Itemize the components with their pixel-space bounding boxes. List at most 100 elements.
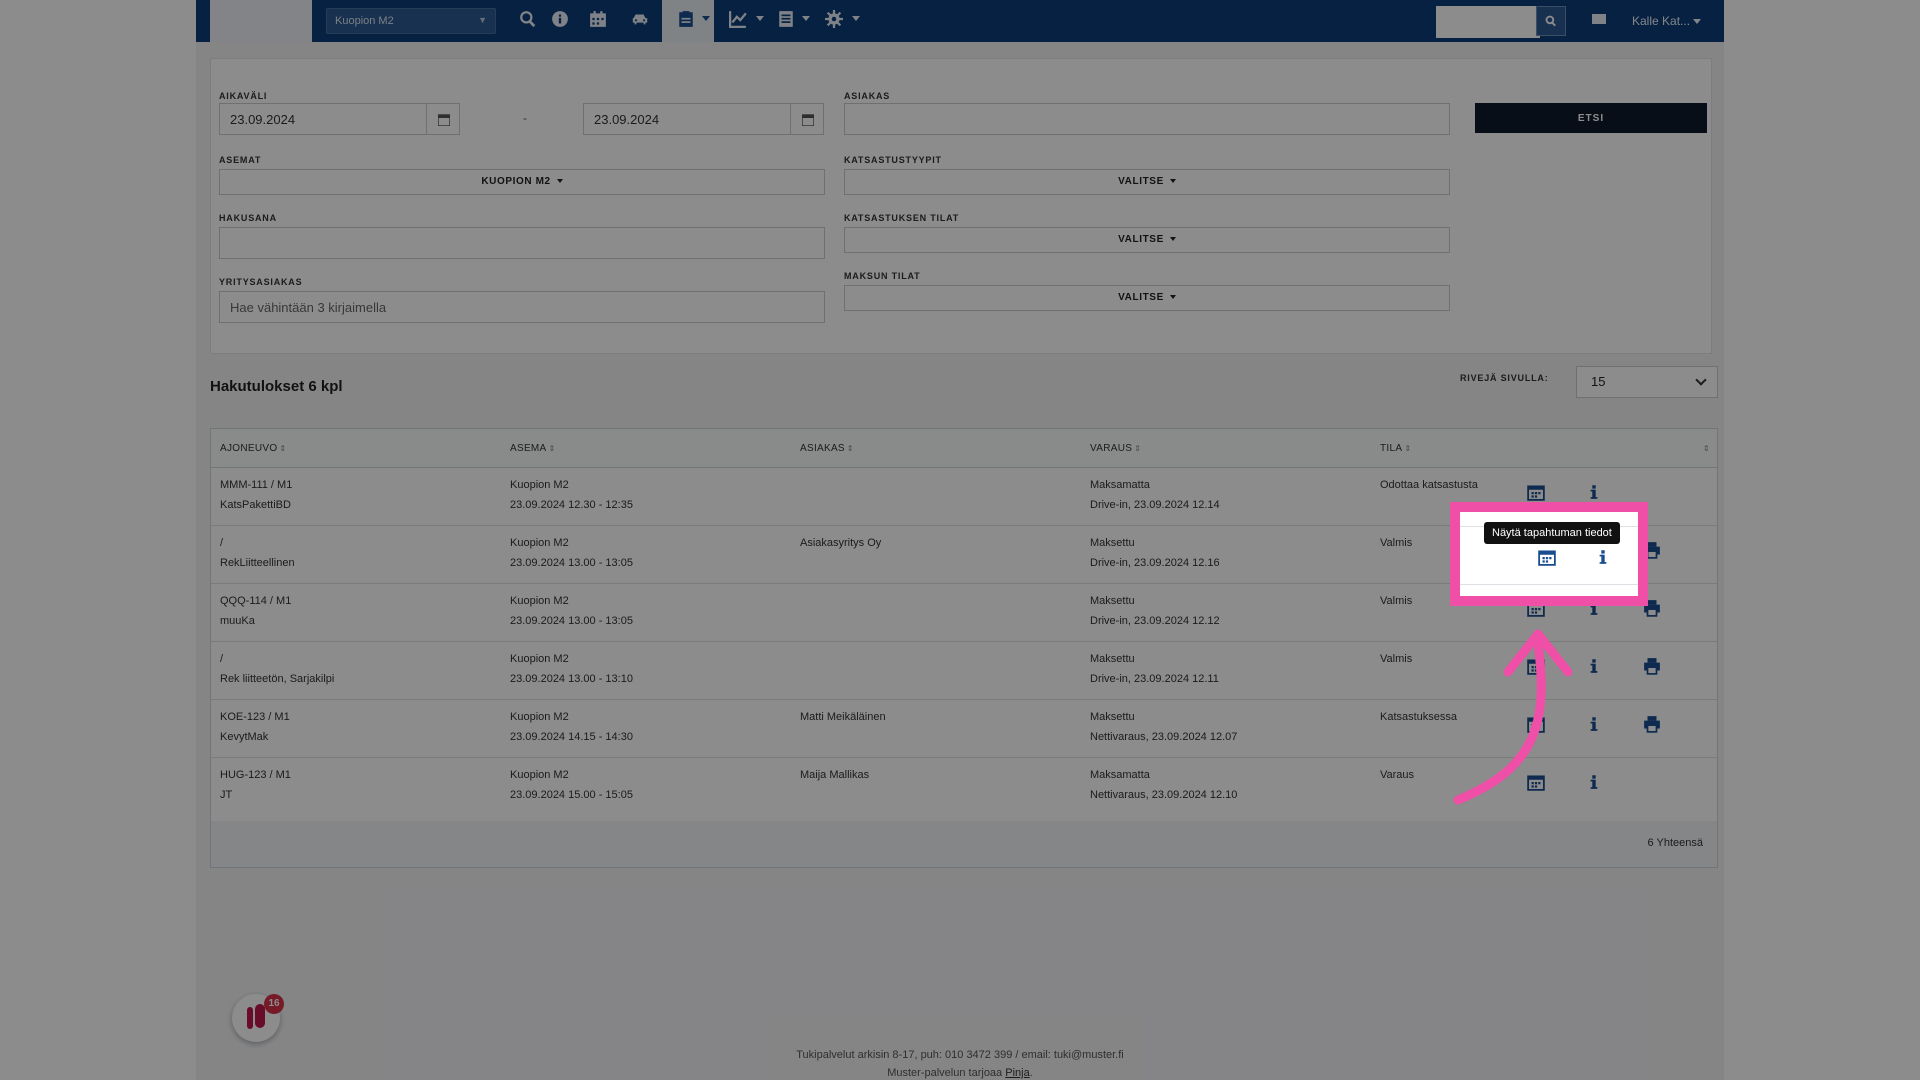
- mail-icon[interactable]: [1592, 14, 1606, 24]
- payment-status: Maksettu: [1090, 653, 1135, 665]
- sort-icon: ⇕: [846, 444, 854, 453]
- chevron-down-icon: [1695, 374, 1707, 386]
- vehicle-description: muuKa: [220, 615, 255, 627]
- provider-link[interactable]: Pinja: [1005, 1067, 1029, 1079]
- calendar-icon: [802, 114, 814, 126]
- column-header-varaus[interactable]: VARAUS ⇕: [1090, 443, 1141, 454]
- user-menu[interactable]: Kalle Kat...: [1632, 14, 1690, 28]
- vehicle-reg: /: [220, 653, 224, 665]
- calendar-icon: [438, 114, 450, 126]
- provider-prefix: Muster-palvelun tarjoaa: [887, 1067, 1006, 1079]
- highlight-box: [1450, 502, 1648, 606]
- yritysasiakas-field[interactable]: Hae vähintään 3 kirjaimella: [219, 291, 825, 323]
- logo[interactable]: [210, 0, 312, 42]
- column-header-label: ASIAKAS: [800, 443, 845, 454]
- clipboard-icon[interactable]: [674, 10, 698, 32]
- maksun-tilat-select[interactable]: VALITSE: [844, 285, 1450, 311]
- vehicle-reg: HUG-123 / M1: [220, 769, 291, 781]
- customer-name: Asiakasyritys Oy: [800, 537, 882, 549]
- inspection-status: Varaus: [1380, 769, 1415, 781]
- search-button[interactable]: ETSI: [1475, 103, 1707, 133]
- document-menu-caret[interactable]: [802, 16, 810, 21]
- global-search-button[interactable]: [1536, 6, 1566, 36]
- total-count: 6 Yhteensä: [1647, 837, 1703, 849]
- info-icon[interactable]: [548, 10, 572, 32]
- payment-status: Maksamatta: [1090, 769, 1150, 781]
- search-icon: [1545, 15, 1556, 27]
- date-from-field[interactable]: 23.09.2024: [219, 103, 427, 135]
- vehicle-reg: /: [220, 537, 224, 549]
- global-search-input[interactable]: [1436, 6, 1540, 38]
- yritysasiakas-label: YRITYSASIAKAS: [219, 277, 303, 287]
- calendar-icon[interactable]: [1538, 548, 1558, 568]
- station-select[interactable]: Kuopion M2 ▼: [326, 8, 496, 34]
- search-panel: AIKAVÄLI 23.09.2024 - 23.09.2024 ASIAKAS…: [210, 58, 1712, 354]
- sort-icon: ⇕: [548, 444, 556, 453]
- caret-down-icon: [1169, 295, 1176, 300]
- hakusana-field[interactable]: [219, 227, 825, 259]
- date-from-calendar-button[interactable]: [426, 103, 460, 135]
- date-to-calendar-button[interactable]: [790, 103, 824, 135]
- payment-status: Maksettu: [1090, 537, 1135, 549]
- rows-per-page-select[interactable]: 15: [1576, 366, 1718, 398]
- vehicle-description: KevytMak: [220, 731, 269, 743]
- column-header-asiakas[interactable]: ASIAKAS ⇕: [800, 443, 854, 454]
- chevron-down-icon[interactable]: [1693, 19, 1701, 24]
- vehicle-description: Rek liitteetön, Sarjakilpi: [220, 673, 335, 685]
- inspection-status: Valmis: [1380, 653, 1413, 665]
- station-name: Kuopion M2: [510, 595, 569, 607]
- search-icon[interactable]: [516, 10, 540, 32]
- column-header-ajoneuvo[interactable]: AJONEUVO ⇕: [220, 443, 286, 454]
- column-header-label: AJONEUVO: [220, 443, 278, 454]
- chart-menu-caret[interactable]: [756, 16, 764, 21]
- calendar-icon[interactable]: [586, 10, 610, 32]
- payment-status: Maksettu: [1090, 595, 1135, 607]
- booking-info: Drive-in, 23.09.2024 12.16: [1090, 557, 1220, 569]
- asiakas-field[interactable]: [844, 103, 1450, 135]
- payment-status: Maksamatta: [1090, 479, 1150, 491]
- caret-down-icon: [556, 179, 563, 184]
- settings-menu-caret[interactable]: [852, 16, 860, 21]
- vehicle-reg: QQQ-114 / M1: [220, 595, 292, 607]
- clipboard-menu-caret[interactable]: [702, 16, 710, 21]
- provider-info: Muster-palvelun tarjoaa Pinja.: [196, 1067, 1724, 1079]
- calendar-icon[interactable]: [1527, 483, 1547, 503]
- katsastustyypit-select-value: VALITSE: [1118, 176, 1164, 187]
- station-name: Kuopion M2: [510, 653, 569, 665]
- gear-icon[interactable]: [822, 10, 846, 32]
- station-name: Kuopion M2: [510, 479, 569, 491]
- date-to-field[interactable]: 23.09.2024: [583, 103, 791, 135]
- sort-icon: ⇕: [1404, 444, 1412, 453]
- info-icon[interactable]: [1585, 483, 1605, 503]
- chat-notification-badge: 16: [264, 994, 284, 1014]
- print-icon[interactable]: [1643, 657, 1663, 677]
- vehicle-description: RekLiitteellinen: [220, 557, 295, 569]
- column-header-label: ASEMA: [510, 443, 547, 454]
- vehicle-description: KatsPakettiBD: [220, 499, 291, 511]
- rows-per-page-label: RIVEJÄ SIVULLA:: [1460, 373, 1549, 383]
- katsastustyypit-select[interactable]: VALITSE: [844, 169, 1450, 195]
- chart-icon[interactable]: [726, 10, 750, 32]
- station-name: Kuopion M2: [510, 711, 569, 723]
- document-icon[interactable]: [774, 10, 798, 32]
- info-icon[interactable]: [1594, 548, 1614, 568]
- sort-icon[interactable]: ⇕: [1701, 443, 1710, 454]
- inspection-status: Odottaa katsastusta: [1380, 479, 1478, 491]
- caret-down-icon: [1169, 237, 1176, 242]
- booking-info: Drive-in, 23.09.2024 12.14: [1090, 499, 1220, 511]
- car-icon[interactable]: [628, 10, 652, 32]
- table-footer: 6 Yhteensä: [211, 821, 1717, 867]
- station-name: Kuopion M2: [510, 769, 569, 781]
- chevron-down-icon: ▼: [478, 15, 487, 25]
- katsastuksen-tilat-select-value: VALITSE: [1118, 234, 1164, 245]
- column-header-tila[interactable]: TILA ⇕: [1380, 443, 1411, 454]
- column-header-asema[interactable]: ASEMA ⇕: [510, 443, 556, 454]
- pointer-arrow-icon: [1453, 629, 1573, 805]
- navbar: Kuopion M2 ▼ Kalle Kat...: [196, 0, 1724, 42]
- katsastuksen-tilat-select[interactable]: VALITSE: [844, 227, 1450, 253]
- provider-suffix: .: [1029, 1067, 1033, 1079]
- asemat-select[interactable]: KUOPION M2: [219, 169, 825, 195]
- results-title: Hakutulokset 6 kpl: [210, 378, 343, 395]
- print-icon[interactable]: [1643, 715, 1663, 735]
- booking-info: Drive-in, 23.09.2024 12.11: [1090, 673, 1219, 685]
